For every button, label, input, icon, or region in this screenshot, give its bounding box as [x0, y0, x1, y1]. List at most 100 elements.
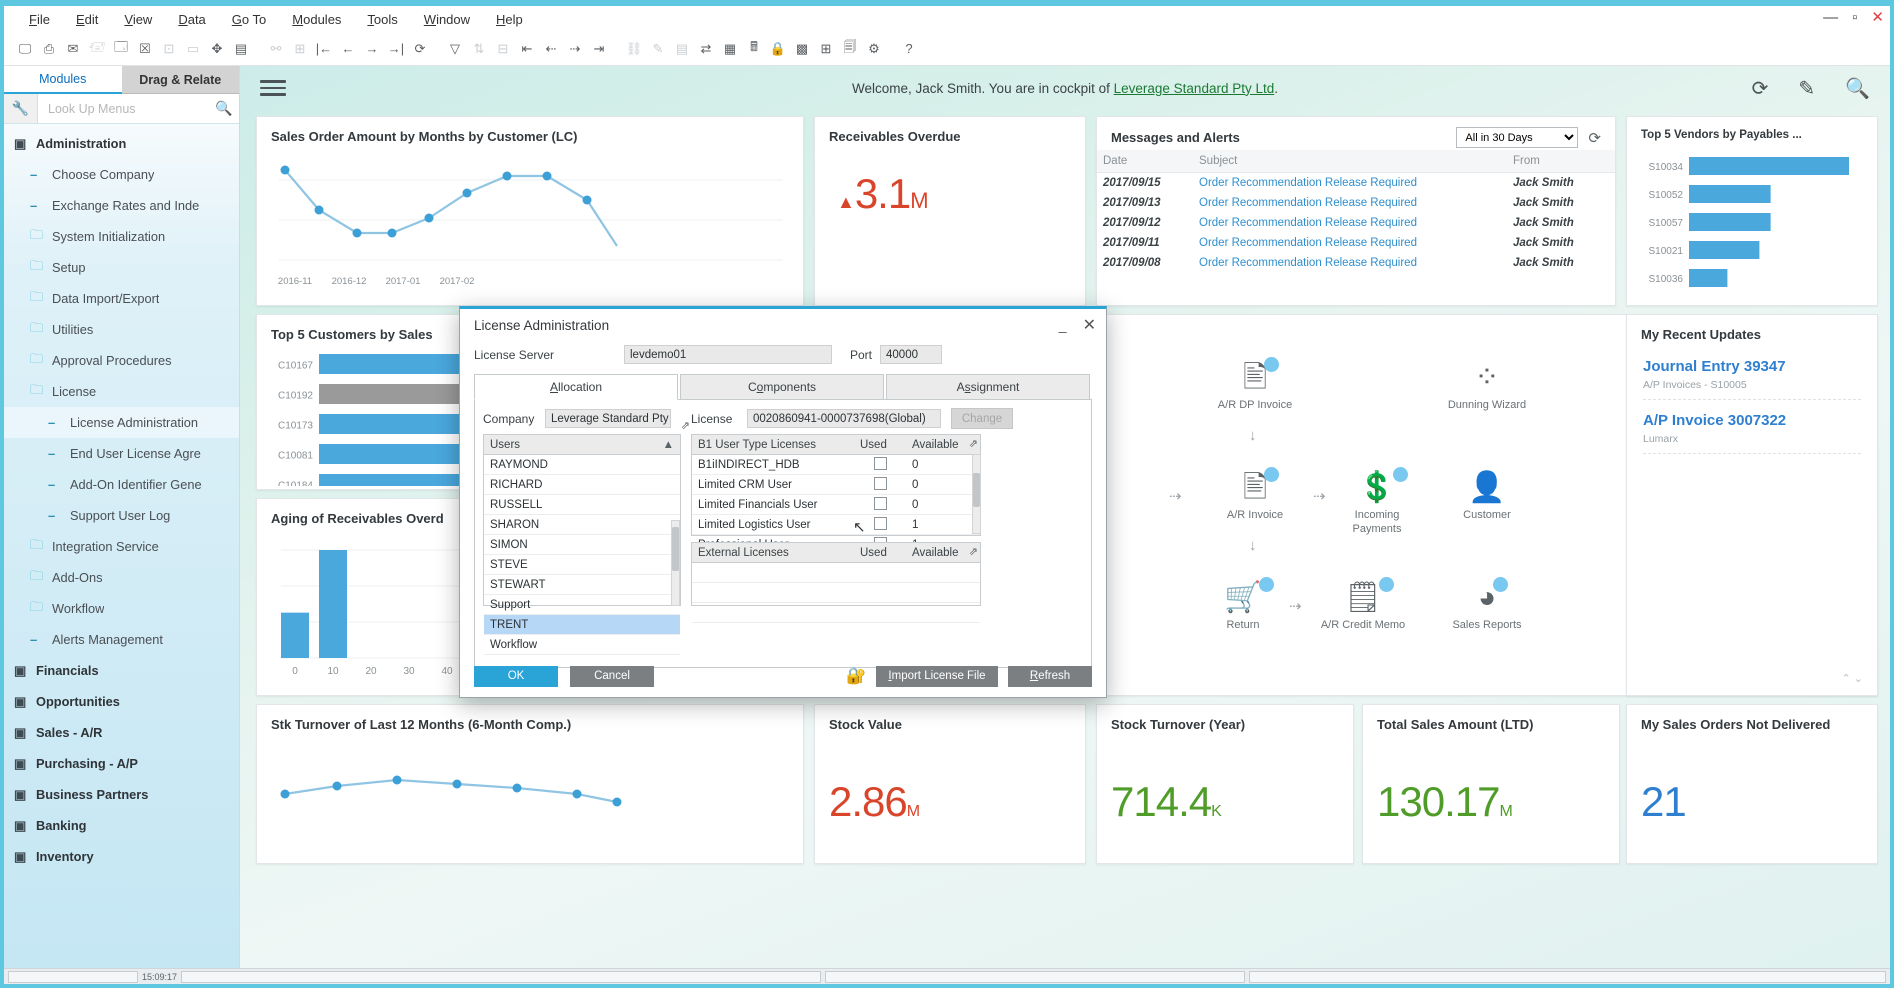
sidebar-item-financials[interactable]: ▣ Financials [4, 655, 239, 686]
license-row[interactable]: B1iINDIRECT_HDB 0 [692, 455, 980, 475]
minimize-icon[interactable]: _ [1059, 317, 1067, 333]
cancel-button[interactable]: Cancel [570, 665, 654, 687]
ok-button[interactable]: OK [474, 665, 558, 687]
users-scrollbar[interactable] [671, 520, 680, 606]
user-row[interactable]: STEWART [484, 575, 680, 595]
close-icon[interactable]: ✕ [1871, 8, 1884, 26]
external-license-row[interactable] [692, 563, 980, 583]
search-icon[interactable]: 🔍 [209, 94, 239, 123]
search-icon[interactable]: 🔍 [1845, 76, 1870, 101]
sidebar-item-add-on-identifier-gene[interactable]: – Add-On Identifier Gene [4, 469, 239, 500]
tile-recent-updates[interactable]: My Recent Updates Journal Entry 39347 A/P… [1626, 314, 1878, 696]
pager-icons[interactable]: ⌃ ⌄ [1842, 672, 1864, 685]
user-icon[interactable]: ⊞ [815, 38, 837, 60]
expand-icon[interactable]: ⇗ [681, 419, 690, 432]
filter-icon[interactable]: ▽ [444, 38, 466, 60]
refresh-icon[interactable]: ⟳ [1752, 76, 1769, 101]
sidebar-item-system-initialization[interactable]: 🗀 System Initialization [4, 221, 239, 252]
sidebar-item-opportunities[interactable]: ▣ Opportunities [4, 686, 239, 717]
tab-drag-relate[interactable]: Drag & Relate [121, 66, 239, 94]
calendar-icon[interactable]: ▦ [719, 38, 741, 60]
external-license-row[interactable] [692, 603, 980, 623]
bar[interactable] [1689, 241, 1760, 259]
calculator-icon[interactable]: 🖩 [743, 38, 765, 60]
edit-icon[interactable]: ✎ [1798, 76, 1815, 101]
tile-stock-value[interactable]: Stock Value 2.86 M [814, 704, 1086, 864]
bar[interactable] [1689, 269, 1728, 287]
license-administration-dialog[interactable]: License Administration _ ✕ License Serve… [459, 306, 1107, 698]
menu-tools[interactable]: Tools [354, 10, 410, 29]
user-row[interactable]: Workflow [484, 635, 680, 655]
preview-icon[interactable]: 🖵 [14, 38, 36, 60]
wrench-icon[interactable]: 🔧 [4, 94, 38, 123]
user-row[interactable]: STEVE [484, 555, 680, 575]
scroll-thumb[interactable] [672, 527, 679, 571]
pf-node-incoming-payments[interactable]: 💲 Incoming Payments [1329, 467, 1425, 537]
previous-record-icon[interactable]: ← [337, 38, 359, 60]
pf-node-ar-invoice[interactable]: 🖹 A/R Invoice [1207, 467, 1303, 523]
pf-node-customer[interactable]: 👤 Customer [1439, 473, 1535, 523]
sidebar-item-support-user-log[interactable]: – Support User Log [4, 500, 239, 531]
user-row[interactable]: RAYMOND [484, 455, 680, 475]
menu-data[interactable]: Data [165, 10, 218, 29]
sidebar-item-data-import-export[interactable]: 🗀 Data Import/Export [4, 283, 239, 314]
user-row[interactable]: SHARON [484, 515, 680, 535]
pf-node-ar-dp-invoice[interactable]: 🖹 A/R DP Invoice [1207, 357, 1303, 413]
license-server-input[interactable]: levdemo01 [624, 345, 832, 364]
used-checkbox[interactable] [873, 516, 887, 530]
expand-icon[interactable]: ⇗ [969, 545, 978, 558]
import-license-file-button[interactable]: Import License File [876, 665, 998, 687]
b1-scrollbar[interactable] [972, 454, 981, 534]
list-item[interactable]: Journal Entry 39347 A/P Invoices - S10005 [1627, 354, 1877, 408]
drag-relate-icon[interactable]: ⇄ [695, 38, 717, 60]
maximize-icon[interactable]: ▫ [1852, 9, 1857, 26]
print-layout-icon[interactable]: 🗔 [110, 38, 132, 60]
help-icon[interactable]: ? [898, 38, 920, 60]
port-input[interactable]: 40000 [880, 345, 943, 364]
user-row[interactable]: Support [484, 595, 680, 615]
sidebar-item-banking[interactable]: ▣ Banking [4, 810, 239, 841]
menu-modules[interactable]: Modules [279, 10, 354, 29]
sidebar-item-add-ons[interactable]: 🗀 Add-Ons [4, 562, 239, 593]
sidebar-item-sales-a-r[interactable]: ▣ Sales - A/R [4, 717, 239, 748]
bar[interactable] [1689, 185, 1771, 203]
license-row[interactable]: Limited CRM User 0 [692, 475, 980, 495]
tile-messages-and-alerts[interactable]: Messages and Alerts All in 30 DaysAll in… [1096, 116, 1616, 306]
tile-total-sales[interactable]: Total Sales Amount (LTD) 130.17 M [1362, 704, 1620, 864]
tile-top-vendors[interactable]: Top 5 Vendors by Payables ... S10034 S100… [1626, 116, 1878, 306]
b1-user-type-licenses-grid[interactable]: B1 User Type Licenses Used Available B1i… [691, 434, 981, 555]
pf-node-sales-reports[interactable]: ◕ Sales Reports [1439, 577, 1535, 633]
bar[interactable] [281, 612, 309, 658]
menu-edit[interactable]: Edit [63, 10, 111, 29]
used-checkbox[interactable] [873, 476, 887, 490]
sidebar-item-approval-procedures[interactable]: 🗀 Approval Procedures [4, 345, 239, 376]
cell-subject[interactable]: Order Recommendation Release Required [1193, 173, 1507, 194]
sidebar-item-alerts-management[interactable]: – Alerts Management [4, 624, 239, 655]
sidebar-item-workflow[interactable]: 🗀 Workflow [4, 593, 239, 624]
tile-stock-turnover-year[interactable]: Stock Turnover (Year) 714.4 K [1096, 704, 1354, 864]
tab-modules[interactable]: Modules [4, 66, 122, 94]
tab-allocation[interactable]: Allocation [474, 374, 678, 400]
table-row[interactable]: 2017/09/12 Order Recommendation Release R… [1097, 213, 1615, 233]
table-row[interactable]: 2017/09/15 Order Recommendation Release R… [1097, 173, 1615, 194]
tile-stock-turnover-12m[interactable]: Stk Turnover of Last 12 Months (6-Month … [256, 704, 804, 864]
sidebar-item-choose-company[interactable]: – Choose Company [4, 159, 239, 190]
close-icon[interactable]: ✕ [1083, 315, 1096, 335]
user-row[interactable]: RICHARD [484, 475, 680, 495]
sidebar-item-license-administration[interactable]: – License Administration [4, 407, 239, 438]
user-row[interactable]: SIMON [484, 535, 680, 555]
recent-update-title[interactable]: A/P Invoice 3007322 [1643, 412, 1861, 429]
table-row[interactable]: 2017/09/08 Order Recommendation Release R… [1097, 253, 1615, 273]
tile-receivables-overdue[interactable]: Receivables Overdue ▲ 3.1 M [814, 116, 1086, 306]
company-link[interactable]: Leverage Standard Pty Ltd [1114, 81, 1275, 96]
user-row[interactable]: TRENT [484, 615, 680, 635]
users-grid[interactable]: Users ▲ RAYMOND RICHARD RUSSELL SHARON SIMON… [483, 420, 690, 655]
sidebar-item-inventory[interactable]: ▣ Inventory [4, 841, 239, 872]
license-input[interactable]: 0020860941-0000737698(Global) [747, 409, 941, 428]
bar[interactable] [1689, 213, 1771, 231]
recent-update-title[interactable]: Journal Entry 39347 [1643, 358, 1861, 375]
used-checkbox[interactable] [873, 496, 887, 510]
cell-subject[interactable]: Order Recommendation Release Required [1193, 193, 1507, 213]
last-record-icon[interactable]: →| [385, 38, 407, 60]
sidebar-item-purchasing-a-p[interactable]: ▣ Purchasing - A/P [4, 748, 239, 779]
